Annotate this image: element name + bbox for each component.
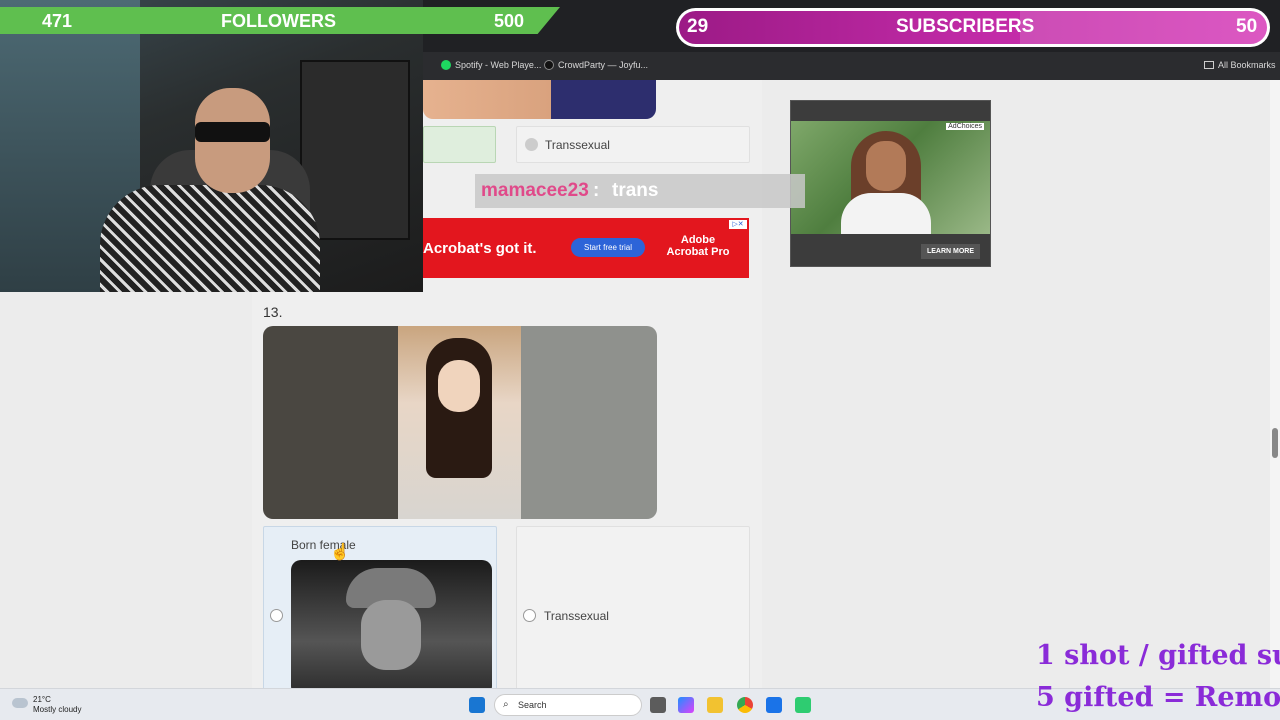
all-bookmarks[interactable]: All Bookmarks: [1204, 60, 1276, 70]
ad-brand-line2: Acrobat Pro: [666, 246, 730, 258]
task-view-icon[interactable]: [650, 697, 666, 713]
adchoices-label[interactable]: AdChoices: [946, 123, 984, 130]
windows-start-icon[interactable]: [469, 697, 485, 713]
radio-button[interactable]: [523, 609, 536, 622]
scrollbar-thumb[interactable]: [1272, 428, 1278, 458]
page-scrollbar[interactable]: [1270, 80, 1280, 688]
chrome-icon[interactable]: [737, 697, 753, 713]
subscribers-goal-bar: 29 SUBSCRIBERS 50: [676, 8, 1270, 47]
ad-headline: Acrobat's got it.: [423, 240, 537, 257]
radio-button[interactable]: [525, 138, 538, 151]
followers-goal: 500: [494, 11, 525, 31]
side-ad[interactable]: AdChoices LEARN MORE: [790, 100, 991, 267]
app-icon[interactable]: [766, 697, 782, 713]
start-free-trial-button[interactable]: Start free trial: [571, 238, 645, 257]
radio-button[interactable]: [270, 609, 283, 622]
prev-option-right[interactable]: Transsexual: [516, 126, 750, 163]
subscribers-goal: 50: [1236, 16, 1258, 37]
followers-goal-bar: 471 FOLLOWERS 500: [0, 7, 560, 34]
ad-brand-line1: Adobe: [680, 234, 716, 246]
question-image: [263, 326, 657, 519]
subscribers-label: SUBSCRIBERS: [896, 16, 1035, 37]
search-icon: ⌕: [503, 699, 509, 710]
option-image: [291, 560, 492, 688]
sub-bar-remaining: [1020, 11, 1267, 44]
weather-desc[interactable]: Mostly cloudy: [33, 705, 81, 714]
option-born-female[interactable]: Born female: [263, 526, 497, 688]
prev-question-image: [423, 80, 656, 119]
face-shape: [866, 141, 906, 191]
all-bookmarks-label: All Bookmarks: [1218, 60, 1276, 70]
bookmark-label: CrowdParty — Joyfu...: [558, 60, 649, 70]
folder-icon: [1204, 61, 1214, 69]
portrait-photo: [398, 326, 521, 519]
option-label: Transsexual: [545, 138, 610, 152]
bookmark-spotify[interactable]: Spotify - Web Playe...: [441, 60, 541, 70]
bookmark-crowdparty[interactable]: CrowdParty — Joyfu...: [544, 60, 648, 70]
android-app-icon[interactable]: [795, 697, 811, 713]
bookmark-label: Spotify - Web Playe...: [455, 60, 542, 70]
subscribers-current: 29: [687, 16, 709, 37]
option-label: Transsexual: [544, 609, 609, 623]
taskbar-search[interactable]: ⌕ Search: [494, 694, 642, 716]
shirt-shape: [841, 193, 931, 234]
learn-more-button[interactable]: LEARN MORE: [920, 244, 980, 259]
weather-temp[interactable]: 21°C: [33, 695, 51, 704]
chat-separator: :: [593, 180, 600, 201]
option-transsexual[interactable]: Transsexual: [516, 526, 750, 688]
shelf-shape: [300, 60, 410, 240]
copilot-icon[interactable]: [678, 697, 694, 713]
promo-line-1: 1 shot / gifted sub: [1036, 640, 1280, 671]
file-explorer-icon[interactable]: [707, 697, 723, 713]
ad-info-icon[interactable]: ▷✕: [729, 220, 747, 229]
chat-overlay: mamacee23 : trans: [475, 174, 805, 208]
ad-photo: [791, 121, 990, 234]
webcam-feed: [0, 0, 423, 292]
search-label: Search: [518, 700, 547, 710]
ad-brand: Adobe Acrobat Pro: [663, 234, 733, 258]
face-shape: [438, 360, 480, 412]
chat-message: trans: [612, 180, 659, 201]
promo-line-2: 5 gifted = Remove: [1036, 682, 1280, 713]
followers-current: 471: [42, 11, 73, 31]
crowdparty-icon: [544, 60, 554, 70]
adobe-banner-ad[interactable]: Acrobat's got it. Start free trial Adobe…: [423, 218, 749, 278]
chat-username: mamacee23: [481, 180, 589, 201]
prev-option-left[interactable]: [423, 126, 496, 163]
sunglasses-shape: [195, 122, 270, 142]
spotify-icon: [441, 60, 451, 70]
question-number: 13.: [263, 304, 283, 320]
hand-cursor-icon: ☝: [330, 544, 350, 561]
face-shape: [361, 600, 421, 670]
shirt-shape: [100, 185, 320, 292]
cloud-icon[interactable]: [12, 698, 28, 708]
followers-label: FOLLOWERS: [221, 11, 336, 31]
